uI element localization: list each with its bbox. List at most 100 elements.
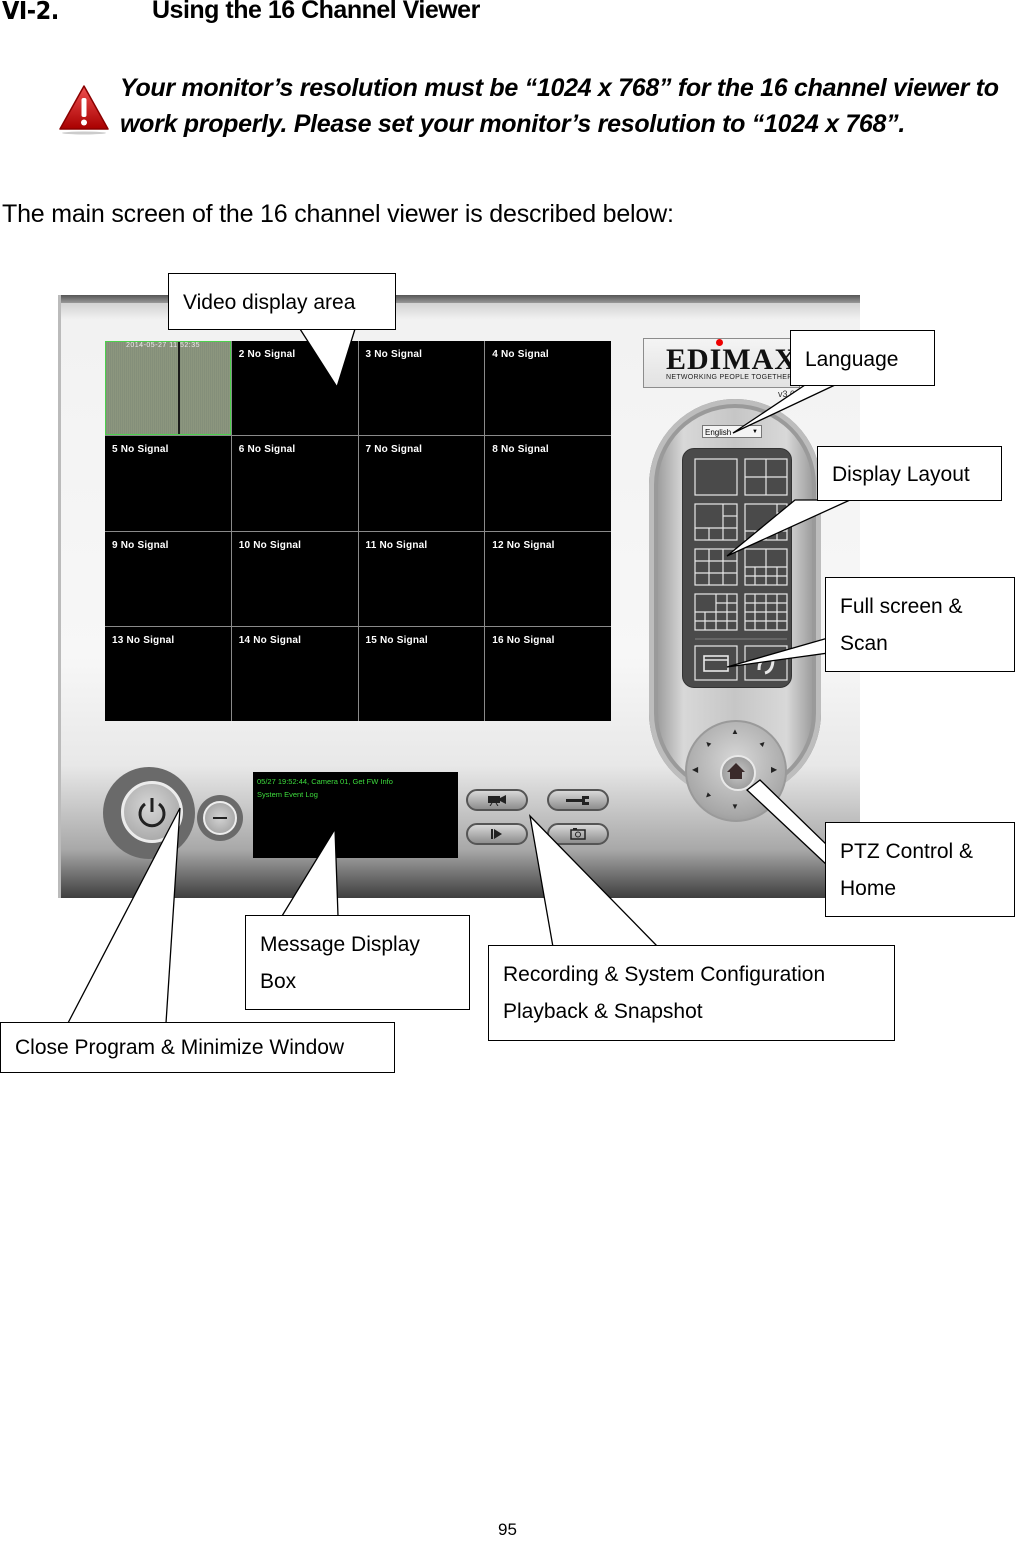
channel-1-live[interactable]: 2014-05-27 11:52:35 (105, 341, 231, 436)
home-icon (727, 763, 745, 779)
ptz-up-right-icon[interactable]: ▲ (757, 738, 769, 750)
message-line: System Event Log (257, 790, 318, 799)
layout-4-icon (744, 458, 788, 496)
channel-label: 5 No Signal (112, 444, 169, 456)
channel-cell[interactable]: 10 No Signal (231, 531, 358, 626)
callout-text: Display Layout (832, 463, 970, 486)
channel-cell[interactable]: 16 No Signal (485, 626, 611, 721)
channel-cell[interactable]: 2 No Signal (231, 341, 358, 436)
channel-label: 9 No Signal (112, 539, 169, 551)
live-timestamp: 2014-05-27 11:52:35 (126, 342, 200, 349)
playback-button[interactable] (466, 823, 528, 845)
channel-cell[interactable]: 12 No Signal (485, 531, 611, 626)
warning-triangle-icon (59, 85, 109, 135)
channel-label: 12 No Signal (492, 539, 555, 551)
ptz-up-left-icon[interactable]: ▲ (702, 738, 714, 750)
home-button[interactable] (720, 755, 756, 791)
message-line: 05/27 19:52:44, Camera 01, Get FW Info (257, 777, 393, 786)
fullscreen-icon (694, 645, 738, 681)
callout-recording-config: Recording & System Configuration Playback… (488, 945, 895, 1041)
channel-label: 7 No Signal (365, 444, 423, 456)
power-icon (138, 798, 166, 828)
logo-dot (716, 339, 723, 346)
ptz-down-left-icon[interactable]: ▼ (702, 790, 714, 802)
system-config-button[interactable] (547, 789, 609, 811)
message-display-box: 05/27 19:52:44, Camera 01, Get FW Info S… (253, 772, 458, 858)
ptz-down-right-icon[interactable]: ▼ (757, 790, 769, 802)
play-icon (491, 829, 502, 839)
channel-label: 4 No Signal (492, 349, 549, 360)
warning-text: Your monitor’s resolution must be “1024 … (120, 74, 999, 138)
channel-label: 11 No Signal (365, 539, 428, 551)
section-title: Using the 16 Channel Viewer (152, 0, 480, 24)
callout-text: Box (260, 970, 297, 993)
snapshot-button[interactable] (547, 823, 609, 845)
callout-text: PTZ Control & (840, 840, 974, 863)
page-number: 95 (498, 1520, 517, 1539)
ptz-control[interactable]: ▲ ▼ ◀ ▶ ▲ ▲ ▼ ▼ (685, 720, 787, 822)
channel-label: 10 No Signal (238, 539, 302, 551)
viewer-window: 2014-05-27 11:52:35 2 No Signal 3 No Sig… (58, 295, 860, 898)
intro-text: The main screen of the 16 channel viewer… (2, 200, 674, 228)
channel-cell[interactable]: 4 No Signal (485, 341, 611, 436)
callout-text: Home (840, 877, 897, 900)
channel-cell[interactable]: 5 No Signal (105, 436, 231, 531)
channel-cell[interactable]: 3 No Signal (358, 341, 485, 436)
layout-10-icon (744, 548, 788, 586)
channel-cell[interactable]: 7 No Signal (358, 436, 485, 531)
layout-13-icon (694, 593, 738, 631)
layout-1-icon (694, 458, 738, 496)
video-seam (178, 342, 180, 435)
callout-message-box: Message Display Box (245, 915, 470, 1010)
layout-9-icon (694, 548, 738, 586)
minimize-window-button[interactable] (203, 801, 237, 835)
callout-fullscreen-scan: Full screen & Scan (825, 577, 1015, 672)
layout-6-icon (694, 503, 738, 541)
channel-cell[interactable]: 14 No Signal (231, 626, 358, 721)
language-value: English (705, 428, 732, 437)
callout-text: Playback & Snapshot (503, 1000, 703, 1023)
layout-8-icon (744, 503, 788, 541)
ptz-left-icon[interactable]: ◀ (692, 765, 698, 774)
callout-language: Language (790, 330, 935, 386)
ptz-down-icon[interactable]: ▼ (731, 802, 739, 811)
channel-cell[interactable]: 9 No Signal (105, 531, 231, 626)
ptz-up-icon[interactable]: ▲ (731, 727, 739, 736)
callout-video-display: Video display area (168, 273, 396, 330)
channel-cell[interactable]: 8 No Signal (485, 436, 611, 531)
logo-text: EDIMAX (666, 343, 797, 376)
display-layout-panel (682, 448, 792, 688)
channel-cell[interactable]: 13 No Signal (105, 626, 231, 721)
callout-text: Close Program & Minimize Window (15, 1036, 345, 1059)
channel-label: 15 No Signal (365, 634, 428, 646)
channel-label: 6 No Signal (238, 444, 296, 456)
channel-cell[interactable]: 6 No Signal (231, 436, 358, 531)
channel-label: 2 No Signal (238, 349, 296, 360)
wrench-icon (566, 796, 589, 805)
record-camera-icon (488, 795, 506, 806)
channel-cell[interactable]: 11 No Signal (358, 531, 485, 626)
channel-cell[interactable]: 15 No Signal (358, 626, 485, 721)
callout-text: Full screen & (840, 595, 963, 618)
channel-label: 14 No Signal (238, 634, 302, 646)
record-button[interactable] (466, 789, 528, 811)
channel-label: 16 No Signal (492, 634, 555, 646)
language-select[interactable]: English ▼ (702, 425, 762, 438)
callout-text: Message Display (260, 933, 420, 956)
callout-display-layout: Display Layout (817, 446, 1002, 501)
channel-label: 13 No Signal (112, 634, 175, 646)
camera-icon (570, 828, 586, 840)
scan-icon (744, 645, 788, 681)
callout-text: Recording & System Configuration (503, 963, 826, 986)
callout-close-minimize: Close Program & Minimize Window (0, 1022, 395, 1073)
minimize-icon (213, 817, 227, 819)
logo-tagline: NETWORKING PEOPLE TOGETHER (666, 374, 793, 381)
layout-16-icon (744, 593, 788, 631)
callout-text: Video display area (183, 291, 356, 314)
callout-text: Scan (840, 632, 888, 655)
section-number: VI-2. (2, 0, 59, 25)
close-program-button[interactable] (121, 781, 183, 843)
edimax-logo: EDIMAX NETWORKING PEOPLE TOGETHER (643, 338, 800, 388)
channel-label: 3 No Signal (365, 349, 423, 360)
ptz-right-icon[interactable]: ▶ (771, 765, 777, 774)
